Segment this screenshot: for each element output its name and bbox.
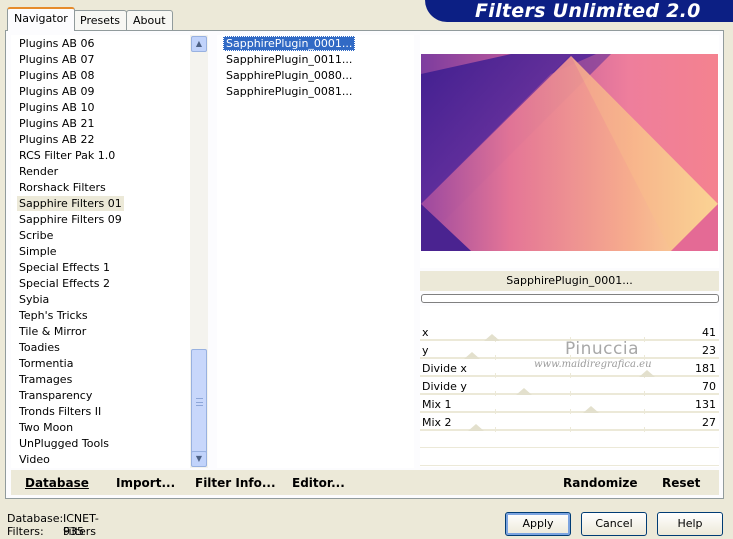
param-slider-row[interactable]: Mix 1 131 [420,396,719,414]
filter-list[interactable]: SapphirePlugin_0001... SapphirePlugin_001… [217,35,414,468]
category-item[interactable]: Two Moon [17,420,75,435]
param-value: 41 [702,326,716,339]
param-slider-row[interactable]: Divide y 70 [420,378,719,396]
empty-parameter-row [420,450,719,466]
app-banner-title: Filters Unlimited 2.0 [425,0,733,22]
editor-button[interactable]: Editor... [292,476,345,490]
param-value: 23 [702,344,716,357]
category-item[interactable]: Special Effects 1 [17,260,112,275]
slider-thumb[interactable] [639,370,655,377]
category-item[interactable]: Transparency [17,388,94,403]
watermark-name: Pinuccia [565,339,639,359]
slider-thumb[interactable] [516,388,532,395]
import-button[interactable]: Import... [116,476,175,490]
filter-item[interactable]: SapphirePlugin_0081... [223,84,355,99]
category-item[interactable]: Teph's Tricks [17,308,90,323]
preview-image [421,54,718,251]
tab-about[interactable]: About [126,10,173,30]
scroll-down-button[interactable]: ▼ [191,451,207,467]
randomize-button[interactable]: Randomize [563,476,637,490]
filters-label: Filters: [7,525,44,538]
category-item[interactable]: RCS Filter Pak 1.0 [17,148,117,163]
category-item[interactable]: Render [17,164,60,179]
selected-filter-name: SapphirePlugin_0001... [420,271,719,291]
param-label: Mix 2 [422,416,452,429]
category-item[interactable]: Simple [17,244,59,259]
slider-thumb[interactable] [583,406,599,413]
category-item[interactable]: Tramages [17,372,74,387]
reset-button[interactable]: Reset [662,476,700,490]
filter-item[interactable]: SapphirePlugin_0011... [223,52,355,67]
tab-presets[interactable]: Presets [73,10,128,30]
category-item[interactable]: Plugins AB 22 [17,132,96,147]
database-status: Database: ICNET-Filters [7,512,99,538]
category-item[interactable]: Sapphire Filters 09 [17,212,124,227]
category-item[interactable]: Video [17,452,52,467]
category-item[interactable]: Special Effects 2 [17,276,112,291]
param-label: Mix 1 [422,398,452,411]
param-value: 70 [702,380,716,393]
database-button[interactable]: Database [25,476,89,490]
tab-navigator[interactable]: Navigator [7,7,75,31]
filter-info-button[interactable]: Filter Info... [195,476,276,490]
param-label: Divide x [422,362,467,375]
filter-item[interactable]: SapphirePlugin_0001... [223,36,356,51]
category-item[interactable]: Toadies [17,340,62,355]
cancel-button[interactable]: Cancel [581,512,647,536]
category-item[interactable]: Plugins AB 21 [17,116,96,131]
category-item[interactable]: Plugins AB 10 [17,100,96,115]
category-item[interactable]: Plugins AB 07 [17,52,96,67]
filters-status: Filters: 935 [7,525,84,538]
category-item[interactable]: Plugins AB 08 [17,68,96,83]
slider-thumb[interactable] [468,424,484,431]
param-label: x [422,326,429,339]
watermark-site: www.maidiregrafica.eu [534,359,652,370]
category-list[interactable]: Plugins AB 06 Plugins AB 07 Plugins AB 08 P… [11,35,208,468]
preview-panel [420,35,719,268]
category-item[interactable]: Tile & Mirror [17,324,88,339]
param-value: 181 [695,362,716,375]
category-item[interactable]: UnPlugged Tools [17,436,111,451]
param-label: y [422,344,429,357]
database-label: Database: [7,512,64,525]
category-scrollbar[interactable]: ▲ ▼ [190,35,208,468]
progress-bar [421,294,719,303]
param-value: 27 [702,416,716,429]
category-item[interactable]: Sybia [17,292,51,307]
param-label: Divide y [422,380,467,393]
scroll-up-button[interactable]: ▲ [191,36,207,52]
slider-thumb[interactable] [464,352,480,359]
slider-thumb[interactable] [484,334,500,341]
scroll-thumb[interactable] [191,349,207,458]
category-item[interactable]: Plugins AB 06 [17,36,96,51]
category-item[interactable]: Plugins AB 09 [17,84,96,99]
filters-count: 935 [63,525,84,538]
category-item[interactable]: Rorshack Filters [17,180,108,195]
filter-item[interactable]: SapphirePlugin_0080... [223,68,355,83]
category-item[interactable]: Tronds Filters II [17,404,103,419]
empty-parameter-row [420,432,719,448]
category-item[interactable]: Scribe [17,228,55,243]
param-slider-row[interactable]: Mix 2 27 [420,414,719,432]
category-item[interactable]: Tormentia [17,356,75,371]
param-value: 131 [695,398,716,411]
apply-button[interactable]: Apply [505,512,571,536]
help-button[interactable]: Help [657,512,723,536]
category-item[interactable]: Sapphire Filters 01 [17,196,124,211]
